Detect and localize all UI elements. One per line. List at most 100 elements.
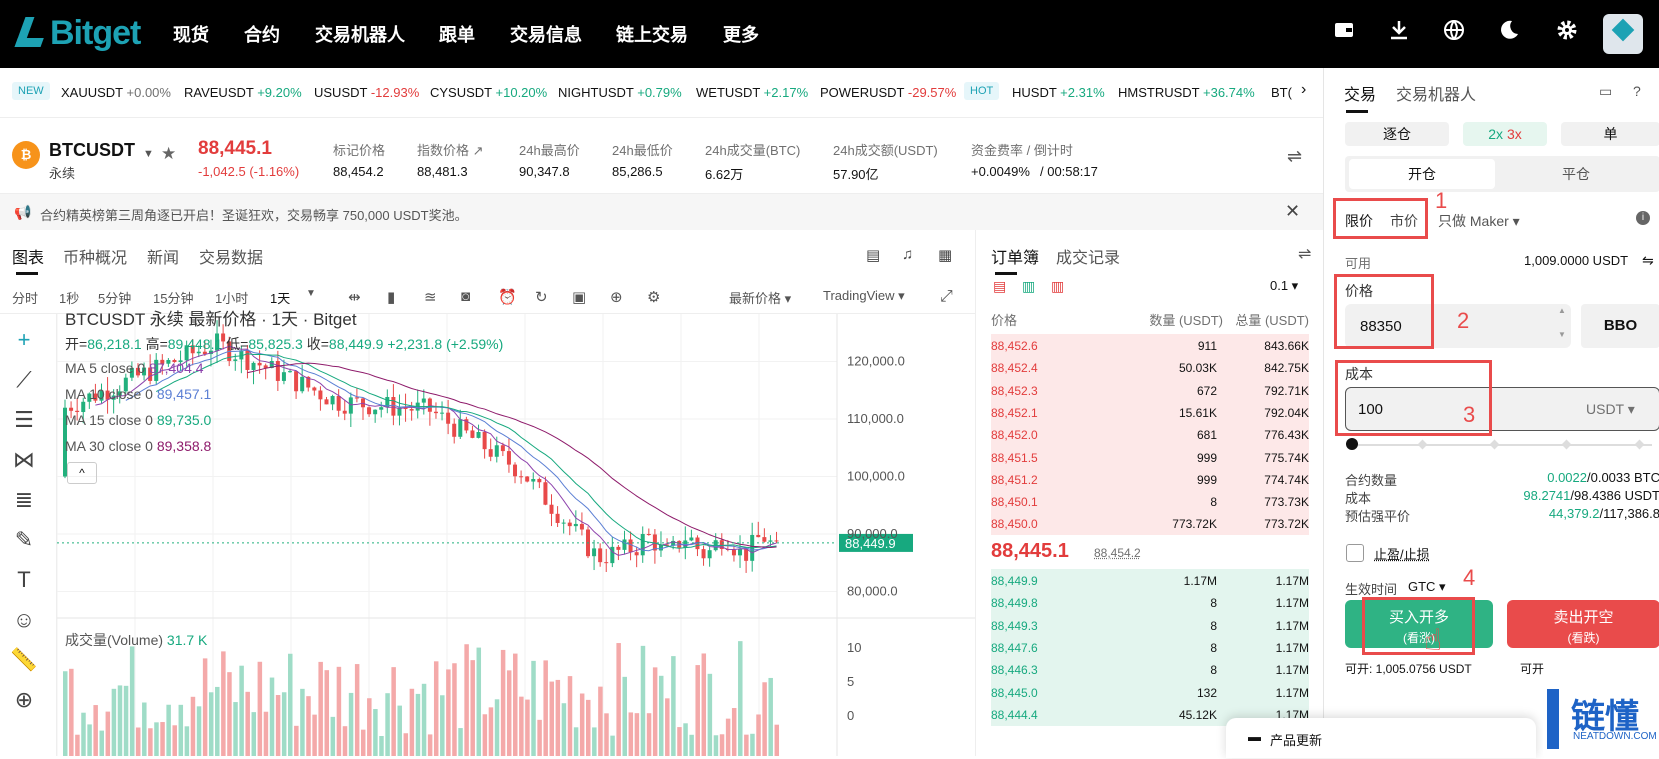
product-update-popup[interactable]: ▬ 产品更新: [1226, 718, 1536, 758]
sell-short-button[interactable]: 卖出开空 (看跌): [1507, 600, 1659, 648]
settings-sliders-icon[interactable]: ⇌: [1298, 244, 1311, 264]
brand-logo[interactable]: Bitget: [14, 14, 141, 53]
tpsl-label[interactable]: 止盈/止损: [1374, 544, 1430, 563]
nav-trade-info[interactable]: 交易信息: [510, 21, 582, 47]
amount-slider[interactable]: [1352, 444, 1652, 446]
chevron-right-icon[interactable]: ›: [1301, 81, 1306, 99]
settings-gear-icon[interactable]: [1552, 18, 1582, 48]
expand-icon[interactable]: ⤢: [940, 288, 953, 306]
tf-timeline[interactable]: 分时: [12, 288, 38, 307]
index-price-label[interactable]: 指数价格 ↗: [417, 140, 484, 159]
nav-bots[interactable]: 交易机器人: [315, 21, 405, 47]
mark-price-label[interactable]: 标记价格: [333, 140, 385, 159]
ticker-item[interactable]: XAUUSDT +0.00%: [61, 85, 171, 100]
nav-more[interactable]: 更多: [723, 21, 759, 47]
tab-chart[interactable]: 图表: [12, 244, 44, 268]
ticket-icon[interactable]: ▭: [1599, 83, 1612, 100]
nav-spot[interactable]: 现货: [173, 21, 209, 47]
tf-1h[interactable]: 1小时: [215, 288, 248, 307]
chart-engine-select[interactable]: TradingView ▾: [823, 288, 905, 304]
slider-tick[interactable]: [1489, 439, 1500, 450]
info-icon[interactable]: i: [1636, 211, 1650, 225]
close-icon[interactable]: ✕: [1285, 201, 1300, 222]
tab-overview[interactable]: 币种概况: [63, 244, 127, 268]
ask-row[interactable]: 88,452.0 681 776.43K: [991, 423, 1309, 447]
margin-mode-button[interactable]: 逐仓: [1345, 122, 1449, 146]
emoji-icon[interactable]: ☺: [10, 606, 38, 634]
caret-down-icon[interactable]: ▼: [306, 288, 316, 299]
price-type-select[interactable]: 最新价格 ▾: [729, 288, 791, 307]
tf-1d[interactable]: 1天: [270, 288, 290, 307]
ask-row[interactable]: 88,452.4 50.03K 842.75K: [991, 356, 1309, 380]
ticker-item[interactable]: BT(: [1271, 85, 1292, 100]
tab-news[interactable]: 新闻: [147, 244, 179, 268]
view-bids-icon[interactable]: ▥: [1022, 278, 1035, 295]
funding-label[interactable]: 资金费率 / 倒计时: [971, 140, 1073, 159]
measure-icon[interactable]: ⇹: [348, 288, 361, 306]
calendar-icon[interactable]: ▣: [572, 288, 586, 306]
refresh-icon[interactable]: ↻: [535, 288, 548, 306]
slider-tick[interactable]: [1634, 439, 1645, 450]
maker-only-select[interactable]: 只做 Maker ▾: [1438, 211, 1520, 231]
ticker-item[interactable]: HUSDT +2.31%: [1012, 85, 1105, 100]
tab-trade-data[interactable]: 交易数据: [199, 244, 263, 268]
candlestick-chart[interactable]: 88,449.9130,000.0120,000.0110,000.0100,0…: [56, 296, 975, 756]
ask-row[interactable]: 88,451.5 999 775.74K: [991, 445, 1309, 469]
view-both-icon[interactable]: ▤: [993, 278, 1006, 295]
text-icon[interactable]: T: [10, 566, 38, 594]
hlines-icon[interactable]: ☰: [10, 406, 38, 434]
precision-select[interactable]: 0.1 ▾: [1270, 278, 1298, 294]
ticker-item[interactable]: NIGHTUSDT +0.79%: [558, 85, 682, 100]
layout-grid-icon[interactable]: ▦: [938, 246, 952, 264]
slider-handle[interactable]: [1346, 438, 1358, 450]
ask-row[interactable]: 88,452.1 15.61K 792.04K: [991, 400, 1309, 424]
view-asks-icon[interactable]: ▥: [1051, 278, 1064, 295]
slider-tick[interactable]: [1417, 439, 1428, 450]
collapse-legend-button[interactable]: ^: [67, 462, 97, 484]
nav-futures[interactable]: 合约: [244, 21, 280, 47]
pattern-icon[interactable]: ⋈: [10, 446, 38, 474]
ticker-item[interactable]: USUSDT -12.93%: [314, 85, 419, 100]
crosshair-icon[interactable]: +: [10, 326, 38, 354]
increment-icon[interactable]: ▲: [1558, 306, 1566, 315]
candles-icon[interactable]: ▮: [387, 288, 395, 306]
ticker-item[interactable]: HMSTRUSDT +36.74%: [1118, 85, 1255, 100]
ask-row[interactable]: 88,452.3 672 792.71K: [991, 378, 1309, 402]
wallet-icon[interactable]: [1329, 18, 1359, 48]
bid-row[interactable]: 88,449.8 8 1.17M: [991, 591, 1309, 615]
bid-row[interactable]: 88,446.3 8 1.17M: [991, 658, 1309, 682]
download-icon[interactable]: [1384, 18, 1414, 48]
position-mode-button[interactable]: 单: [1561, 122, 1659, 146]
cost-unit-select[interactable]: USDT ▾: [1586, 401, 1635, 418]
ticker-item[interactable]: WETUSDT +2.17%: [696, 85, 808, 100]
book-icon[interactable]: ▤: [866, 246, 880, 264]
slider-tick[interactable]: [1561, 439, 1572, 450]
zoom-in-icon[interactable]: ⊕: [10, 686, 38, 714]
decrement-icon[interactable]: ▼: [1558, 330, 1566, 339]
leverage-button[interactable]: 2x 3x: [1463, 122, 1547, 146]
help-icon[interactable]: ?: [1633, 83, 1641, 99]
tf-1s[interactable]: 1秒: [59, 288, 79, 307]
avatar[interactable]: [1603, 14, 1643, 54]
tif-select[interactable]: GTC ▾: [1408, 579, 1446, 595]
tab-orderbook[interactable]: 订单簿: [991, 244, 1039, 268]
brush-icon[interactable]: ✎: [10, 526, 38, 554]
nav-copy[interactable]: 跟单: [439, 21, 475, 47]
indicator-icon[interactable]: ≊: [424, 288, 437, 306]
bid-row[interactable]: 88,447.6 8 1.17M: [991, 635, 1309, 659]
alarm-icon[interactable]: ⏰: [498, 288, 517, 306]
bid-row[interactable]: 88,445.0 132 1.17M: [991, 680, 1309, 704]
globe-icon[interactable]: [1439, 18, 1469, 48]
tab-trades[interactable]: 成交记录: [1056, 244, 1120, 268]
bid-row[interactable]: 88,449.3 8 1.17M: [991, 613, 1309, 637]
ask-row[interactable]: 88,450.0 773.72K 773.72K: [991, 512, 1309, 536]
orderbook-mark-price[interactable]: 88,454.2: [1094, 546, 1141, 560]
star-icon[interactable]: ★: [161, 144, 176, 164]
ticker-item[interactable]: RAVEUSDT +9.20%: [184, 85, 302, 100]
ticker-item[interactable]: CYSUSDT +10.20%: [430, 85, 547, 100]
bell-icon[interactable]: ♫: [902, 246, 913, 263]
ticker-item[interactable]: POWERUSDT -29.57%: [820, 85, 956, 100]
ask-row[interactable]: 88,452.6 911 843.66K: [991, 334, 1309, 357]
tf-5m[interactable]: 5分钟: [98, 288, 131, 307]
caret-down-icon[interactable]: ▼: [143, 148, 154, 160]
